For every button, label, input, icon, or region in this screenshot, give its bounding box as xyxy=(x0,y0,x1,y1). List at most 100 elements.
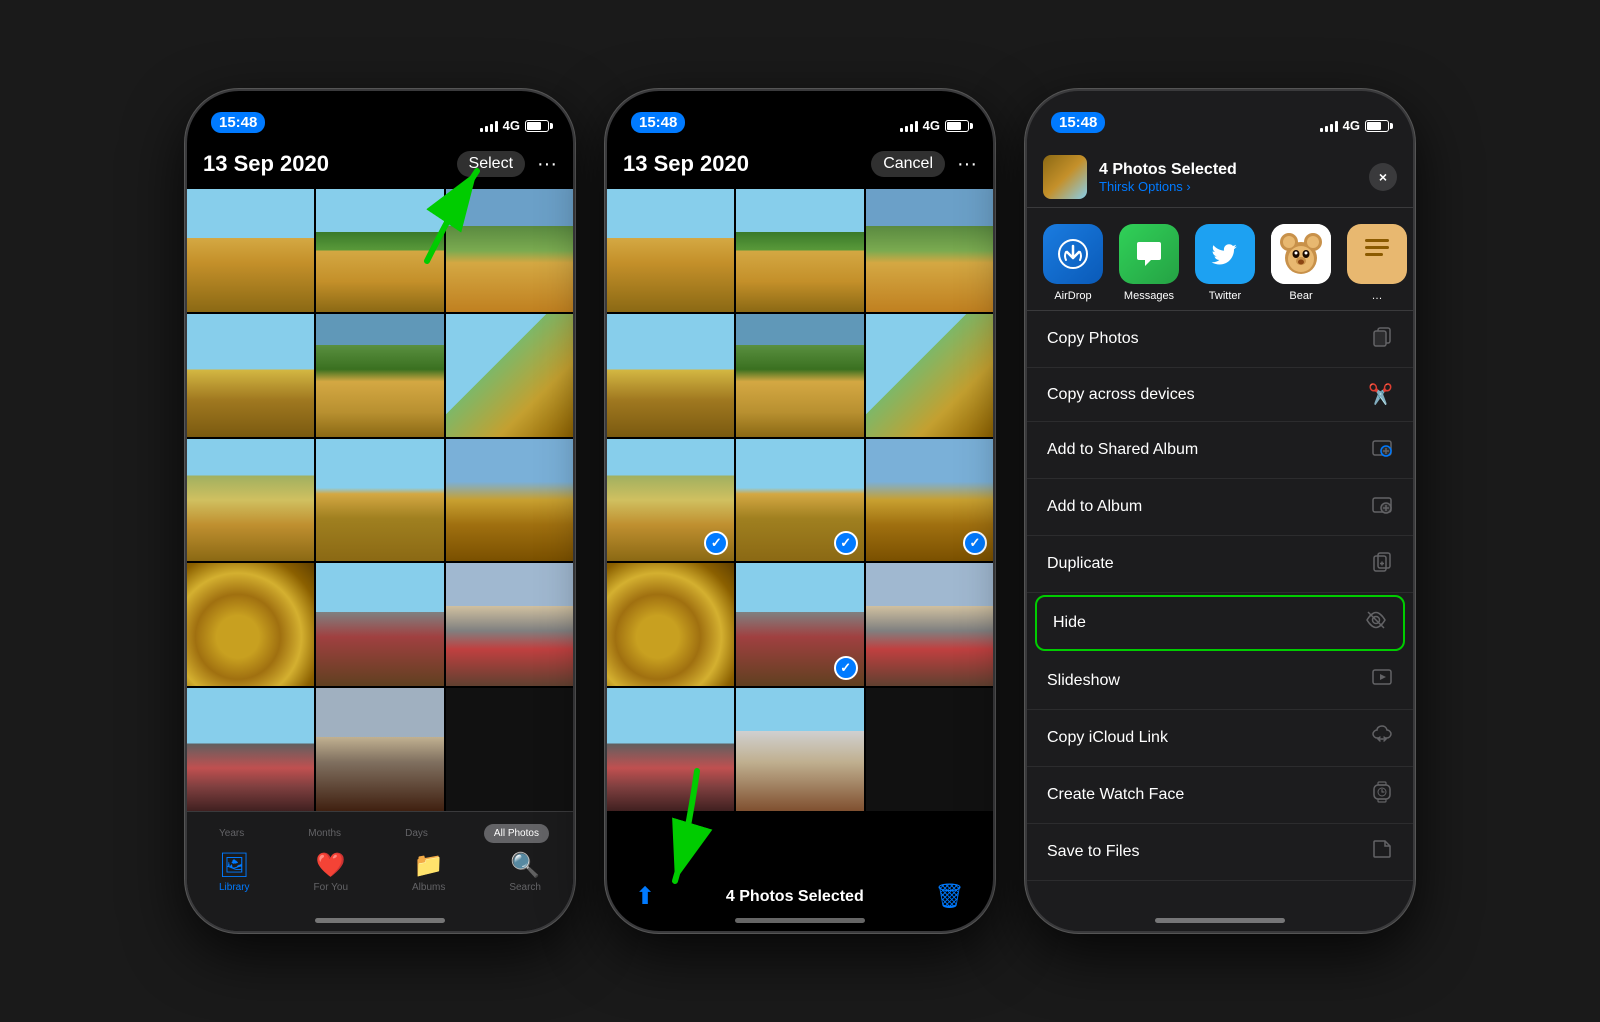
tab-search[interactable]: 🔍 Search xyxy=(509,851,541,893)
more-icon xyxy=(1347,224,1407,284)
photos-header-2: 13 Sep 2020 Cancel ··· xyxy=(607,139,993,189)
share-close-button[interactable]: × xyxy=(1369,163,1397,191)
photo-cell[interactable] xyxy=(316,314,443,437)
share-options-link[interactable]: Options › xyxy=(1138,179,1191,194)
photo-cell[interactable] xyxy=(187,688,314,811)
battery-icon-1 xyxy=(525,120,549,132)
photo-cell[interactable] xyxy=(446,189,573,312)
copy-across-icon: ✂️ xyxy=(1368,382,1393,407)
home-indicator-2 xyxy=(735,918,865,923)
photo-cell[interactable] xyxy=(866,563,993,686)
tab-years[interactable]: Years xyxy=(211,824,252,843)
photo-cell[interactable] xyxy=(446,563,573,686)
tab-months[interactable]: Months xyxy=(300,824,349,843)
action-slideshow[interactable]: Slideshow xyxy=(1027,653,1413,710)
photo-cell[interactable] xyxy=(187,189,314,312)
tab-days[interactable]: Days xyxy=(397,824,436,843)
photo-cell[interactable] xyxy=(736,688,863,811)
share-app-airdrop[interactable]: AirDrop xyxy=(1043,224,1103,302)
bear-label: Bear xyxy=(1289,290,1312,302)
photo-cell-selected[interactable] xyxy=(866,439,993,562)
photo-cell[interactable] xyxy=(736,189,863,312)
action-add-album[interactable]: Add to Album xyxy=(1027,479,1413,536)
photo-cell[interactable] xyxy=(866,189,993,312)
photo-cell-selected[interactable] xyxy=(736,563,863,686)
tab-for-you[interactable]: ❤️ For You xyxy=(314,851,348,893)
phone-1: 15:48 4G 13 Sep 2020 xyxy=(185,89,575,933)
action-hide[interactable]: Hide xyxy=(1035,595,1405,651)
action-duplicate[interactable]: Duplicate xyxy=(1027,536,1413,593)
photo-cell[interactable] xyxy=(607,314,734,437)
status-time-1: 15:48 xyxy=(211,112,265,133)
selection-check xyxy=(963,531,987,555)
action-save-files[interactable]: Save to Files xyxy=(1027,824,1413,881)
save-files-label: Save to Files xyxy=(1047,843,1139,861)
status-time-3: 15:48 xyxy=(1051,112,1105,133)
photo-cell[interactable] xyxy=(446,439,573,562)
tab-library[interactable]: 🖼 Library xyxy=(219,851,250,893)
photo-cell[interactable] xyxy=(446,688,573,811)
network-type-3: 4G xyxy=(1343,118,1360,133)
photos-header-1: 13 Sep 2020 Select ··· xyxy=(187,139,573,189)
photo-cell[interactable] xyxy=(866,688,993,811)
photo-cell[interactable] xyxy=(607,688,734,811)
library-icon: 🖼 xyxy=(219,851,249,880)
twitter-label: Twitter xyxy=(1209,290,1241,302)
phone-3: 15:48 4G xyxy=(1025,89,1415,933)
photo-cell-selected[interactable] xyxy=(736,439,863,562)
duplicate-icon xyxy=(1371,550,1393,578)
photo-cell[interactable] xyxy=(866,314,993,437)
status-time-2: 15:48 xyxy=(631,112,685,133)
copy-photos-label: Copy Photos xyxy=(1047,330,1139,348)
photo-cell[interactable] xyxy=(316,439,443,562)
trash-button[interactable]: 🗑 xyxy=(935,882,965,911)
tab-bar-1: 🖼 Library ❤️ For You 📁 Albums 🔍 Search xyxy=(187,847,573,897)
photo-cell[interactable] xyxy=(316,189,443,312)
watch-face-label: Create Watch Face xyxy=(1047,786,1184,804)
share-button[interactable]: ⬆ xyxy=(635,882,655,911)
tab-all-photos[interactable]: All Photos xyxy=(484,824,549,843)
photo-grid-2 xyxy=(607,189,993,811)
view-tabs: Years Months Days All Photos xyxy=(187,812,573,847)
action-copy-across[interactable]: Copy across devices ✂️ xyxy=(1027,368,1413,422)
status-bar-1: 15:48 4G xyxy=(187,91,573,139)
select-button-1[interactable]: Select xyxy=(457,151,525,177)
watch-face-icon xyxy=(1371,781,1393,809)
add-album-icon xyxy=(1371,493,1393,521)
action-icloud-link[interactable]: Copy iCloud Link xyxy=(1027,710,1413,767)
more-label: … xyxy=(1372,290,1383,302)
action-add-shared-album[interactable]: Add to Shared Album xyxy=(1027,422,1413,479)
tab-albums[interactable]: 📁 Albums xyxy=(412,851,445,893)
copy-across-label: Copy across devices xyxy=(1047,386,1195,404)
status-bar-3: 15:48 4G xyxy=(1027,91,1413,139)
bottom-action-bar: ⬆ 4 Photos Selected 🗑 xyxy=(607,882,993,911)
photo-cell[interactable] xyxy=(316,563,443,686)
photo-cell[interactable] xyxy=(316,688,443,811)
phone-2: 15:48 4G 13 Sep 2020 xyxy=(605,89,995,933)
share-app-bear[interactable]: Bear xyxy=(1271,224,1331,302)
network-type-2: 4G xyxy=(923,118,940,133)
more-button-2[interactable]: ··· xyxy=(957,153,977,176)
cancel-button-2[interactable]: Cancel xyxy=(871,151,945,177)
share-sheet: 4 Photos Selected Thirsk Options › × xyxy=(1027,139,1413,931)
photo-cell[interactable] xyxy=(187,563,314,686)
duplicate-label: Duplicate xyxy=(1047,555,1114,573)
share-app-messages[interactable]: Messages xyxy=(1119,224,1179,302)
share-app-more[interactable]: … xyxy=(1347,224,1407,302)
action-copy-photos[interactable]: Copy Photos xyxy=(1027,311,1413,368)
more-button-1[interactable]: ··· xyxy=(537,153,557,176)
photo-cell[interactable] xyxy=(607,563,734,686)
photo-cell[interactable] xyxy=(446,314,573,437)
save-files-icon xyxy=(1371,838,1393,866)
signal-icon-1 xyxy=(480,120,498,132)
action-watch-face[interactable]: Create Watch Face xyxy=(1027,767,1413,824)
add-album-label: Add to Album xyxy=(1047,498,1142,516)
signal-icon-3 xyxy=(1320,120,1338,132)
photo-cell[interactable] xyxy=(607,189,734,312)
photo-cell[interactable] xyxy=(187,314,314,437)
share-app-twitter[interactable]: Twitter xyxy=(1195,224,1255,302)
photo-cell[interactable] xyxy=(736,314,863,437)
photo-cell-selected[interactable] xyxy=(607,439,734,562)
battery-icon-3 xyxy=(1365,120,1389,132)
photo-cell[interactable] xyxy=(187,439,314,562)
